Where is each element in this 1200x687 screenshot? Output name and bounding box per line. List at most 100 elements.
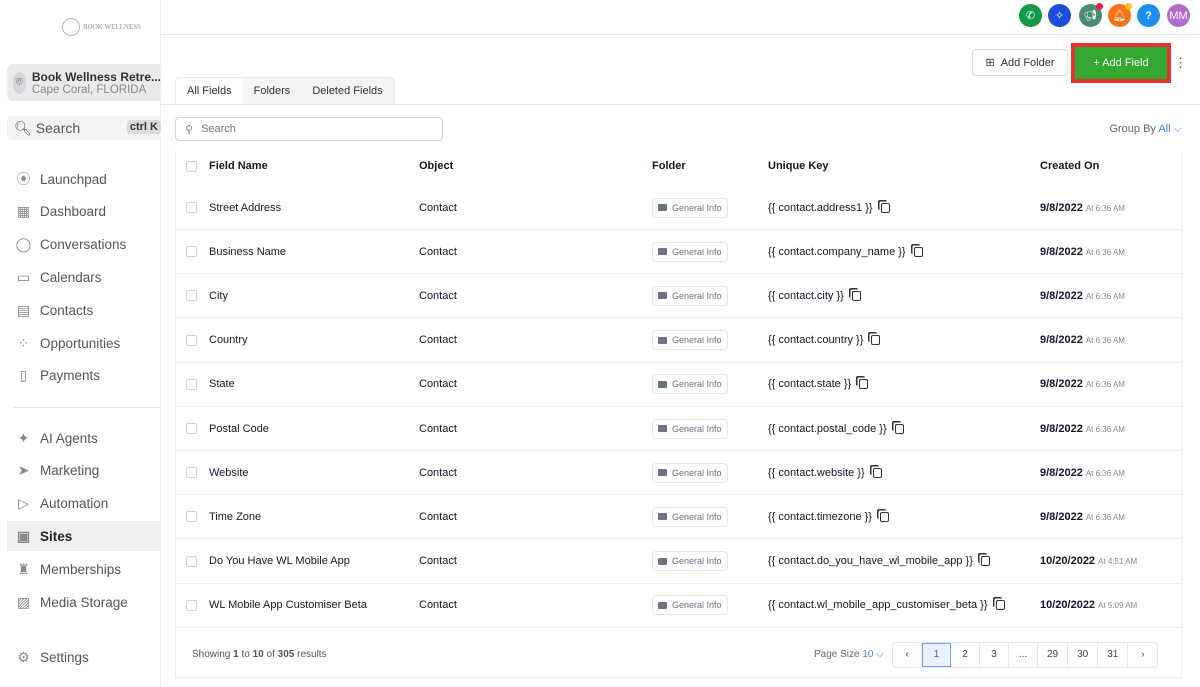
page-button[interactable]: 29	[1038, 642, 1069, 667]
page-button[interactable]: 3	[980, 642, 1009, 667]
copy-icon[interactable]	[879, 511, 889, 522]
folder-chip[interactable]: General Info	[652, 374, 728, 395]
copy-icon[interactable]	[871, 335, 881, 346]
row-checkbox[interactable]	[186, 378, 197, 390]
field-name[interactable]: Business Name	[209, 246, 286, 258]
copy-icon[interactable]	[980, 556, 990, 567]
sidebar-item-automation[interactable]: ▷ Automation	[7, 488, 161, 518]
folder-chip[interactable]: General Info	[652, 285, 728, 306]
sidebar-item-ai-agents[interactable]: ✦ AI Agents	[7, 423, 161, 453]
next-page-button[interactable]: ›	[1128, 643, 1157, 667]
field-name[interactable]: Postal Code	[209, 423, 269, 435]
sidebar-item-settings[interactable]: ⚙ Settings	[7, 642, 161, 672]
header-created-on[interactable]: Created On	[1040, 160, 1099, 172]
row-checkbox[interactable]	[186, 511, 197, 523]
page-size-select[interactable]: Page Size 10 ⌵	[814, 649, 884, 660]
add-folder-button[interactable]: ⊞ Add Folder	[972, 49, 1068, 76]
row-checkbox[interactable]	[186, 423, 197, 434]
field-name[interactable]: Time Zone	[209, 511, 261, 523]
folder-chip[interactable]: General Info	[652, 595, 728, 616]
sidebar-item-payments[interactable]: ▯ Payments	[7, 360, 161, 390]
account-switcher[interactable]: ⌾ Book Wellness Retre... Cape Coral, FLOR…	[7, 64, 161, 101]
folder-chip[interactable]: General Info	[652, 197, 728, 218]
sidebar-item-conversations[interactable]: ◯ Conversations	[7, 229, 161, 259]
group-by-select[interactable]: Group By All ⌵	[1109, 123, 1182, 136]
table-row[interactable]: Country Contact General Info {{ contact.…	[176, 319, 1181, 363]
calendar-icon: ▭	[16, 268, 31, 285]
prev-page-button[interactable]: ‹	[893, 642, 922, 667]
sidebar-item-calendars[interactable]: ▭ Calendars	[7, 262, 161, 292]
table-row[interactable]: Business Name Contact General Info {{ co…	[176, 230, 1181, 275]
megaphone-icon[interactable]: 📢︎	[1079, 3, 1103, 27]
avatar[interactable]: MM	[1167, 4, 1190, 27]
field-name[interactable]: City	[209, 290, 228, 302]
folder-chip[interactable]: General Info	[652, 241, 728, 262]
add-field-button[interactable]: + Add Field	[1075, 47, 1167, 79]
search-field[interactable]: ⚲	[175, 117, 443, 141]
sidebar-item-sites[interactable]: ▣ Sites	[7, 521, 161, 551]
more-options-icon[interactable]: ⋮	[1174, 55, 1187, 71]
sidebar-item-launchpad[interactable]: ⦿ Launchpad	[7, 164, 161, 194]
copy-icon[interactable]	[859, 379, 869, 390]
folder-chip[interactable]: General Info	[652, 462, 728, 483]
tab-all-fields[interactable]: All Fields	[176, 78, 243, 104]
sidebar-item-memberships[interactable]: ♜ Memberships	[7, 554, 161, 584]
field-name[interactable]: Do You Have WL Mobile App	[209, 555, 350, 567]
copy-icon[interactable]	[872, 467, 882, 478]
row-checkbox[interactable]	[186, 467, 197, 479]
table-row[interactable]: Time Zone Contact General Info {{ contac…	[176, 495, 1181, 540]
folder-chip[interactable]: General Info	[652, 551, 728, 572]
table-row[interactable]: Postal Code Contact General Info {{ cont…	[176, 407, 1181, 451]
select-all-checkbox[interactable]	[186, 160, 197, 172]
row-checkbox[interactable]	[186, 555, 197, 567]
tab-deleted-fields[interactable]: Deleted Fields	[301, 78, 393, 104]
row-checkbox[interactable]	[186, 246, 197, 258]
header-object[interactable]: Object	[419, 160, 453, 172]
row-checkbox[interactable]	[186, 290, 197, 302]
field-name[interactable]: Country	[209, 334, 248, 346]
sidebar-item-media-storage[interactable]: ▨ Media Storage	[7, 587, 161, 617]
search-input[interactable]	[201, 123, 422, 135]
copy-icon[interactable]	[894, 423, 904, 434]
help-icon[interactable]: ?	[1137, 4, 1160, 27]
phone-icon[interactable]: ✆	[1019, 4, 1042, 27]
page-button[interactable]: 2	[951, 642, 980, 667]
table-row[interactable]: Do You Have WL Mobile App Contact Genera…	[176, 540, 1181, 584]
copy-icon[interactable]	[880, 202, 890, 213]
page-button[interactable]: 1	[922, 642, 951, 667]
sidebar-search[interactable]: 🔍︎ Search ctrl K	[7, 116, 161, 140]
sidebar-item-dashboard[interactable]: ▦ Dashboard	[7, 196, 161, 226]
table-row[interactable]: Street Address Contact General Info {{ c…	[176, 186, 1181, 230]
header-folder[interactable]: Folder	[652, 160, 686, 172]
header-unique-key[interactable]: Unique Key	[768, 160, 829, 172]
copy-icon[interactable]	[913, 246, 923, 257]
row-checkbox[interactable]	[186, 202, 197, 213]
table-row[interactable]: Website Contact General Info {{ contact.…	[176, 451, 1181, 496]
copy-icon[interactable]	[995, 600, 1005, 611]
row-checkbox[interactable]	[186, 334, 197, 346]
sidebar-item-marketing[interactable]: ➤ Marketing	[7, 455, 161, 485]
page-button[interactable]: 31	[1098, 642, 1129, 667]
folder-chip[interactable]: General Info	[652, 506, 728, 527]
sidebar-item-contacts[interactable]: ▤ Contacts	[7, 295, 161, 325]
sidebar-item-opportunities[interactable]: ⁘ Opportunities	[7, 328, 161, 358]
image-icon: ▨	[16, 593, 31, 610]
field-name[interactable]: State	[209, 378, 235, 390]
bell-icon[interactable]: 🔔︎	[1108, 3, 1132, 27]
header-field-name[interactable]: Field Name	[209, 160, 268, 172]
tab-folders[interactable]: Folders	[243, 78, 302, 104]
table-row[interactable]: State Contact General Info {{ contact.st…	[176, 363, 1181, 407]
page-button[interactable]: 30	[1068, 642, 1099, 667]
row-checkbox[interactable]	[186, 599, 197, 611]
unique-key: {{ contact.postal_code }}	[768, 423, 904, 435]
sparkle-icon[interactable]: ✧	[1048, 4, 1071, 27]
table-row[interactable]: WL Mobile App Customiser Beta Contact Ge…	[176, 584, 1181, 628]
folder-chip[interactable]: General Info	[652, 330, 728, 351]
field-name[interactable]: WL Mobile App Customiser Beta	[209, 599, 367, 611]
table-row[interactable]: City Contact General Info {{ contact.cit…	[176, 274, 1181, 319]
field-name[interactable]: Street Address	[209, 202, 281, 214]
folder-chip[interactable]: General Info	[652, 418, 728, 439]
copy-icon[interactable]	[851, 290, 861, 301]
field-name[interactable]: Website	[209, 467, 249, 479]
page-button[interactable]: ...	[1009, 642, 1038, 667]
